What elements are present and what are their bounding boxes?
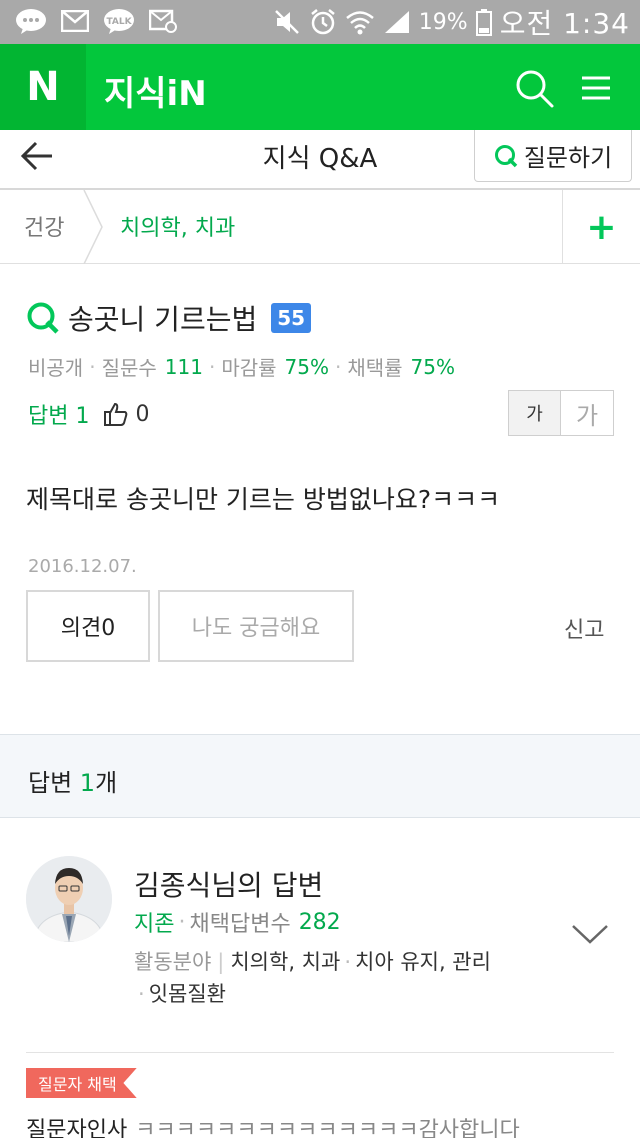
reward-badge: 55 bbox=[271, 303, 312, 333]
search-icon[interactable] bbox=[512, 66, 556, 110]
activity-field-1[interactable]: 치의학, 치과 bbox=[230, 950, 340, 974]
thumbs-up-icon bbox=[104, 402, 128, 426]
chosen-answers-value: 282 bbox=[298, 909, 341, 935]
like-button[interactable]: 0 bbox=[103, 401, 149, 427]
service-title[interactable]: 지식iN bbox=[104, 66, 207, 115]
questions-label: 질문수 bbox=[101, 356, 157, 380]
battery-percent: 19% bbox=[418, 9, 468, 35]
ask-question-label: 질문하기 bbox=[523, 144, 613, 172]
choose-rate-value: 75% bbox=[410, 354, 455, 379]
divider bbox=[26, 1052, 614, 1053]
clock: 오전 1:34 bbox=[499, 7, 630, 40]
system-status: 19% 오전 1:34 bbox=[273, 4, 630, 40]
chosen-answers-label: 채택답변수 bbox=[189, 912, 291, 937]
answers-header: 답변 1개 bbox=[0, 734, 640, 818]
kakaotalk-icon: TALK bbox=[102, 6, 136, 36]
asker-thanks: 질문자인사 ㅋㅋㅋㅋㅋㅋㅋㅋㅋㅋㅋㅋㅋㅋ감사합니다 bbox=[26, 1112, 520, 1138]
mute-icon bbox=[274, 10, 299, 34]
battery-icon bbox=[475, 9, 492, 36]
notification-icons: TALK bbox=[14, 6, 180, 36]
opinion-button[interactable]: 의견0 bbox=[26, 590, 150, 662]
naver-logo-letter: N bbox=[26, 64, 60, 110]
app-header: N 지식iN bbox=[0, 44, 640, 130]
q-icon bbox=[494, 144, 518, 167]
wifi-icon bbox=[345, 11, 374, 35]
breadcrumb-category[interactable]: 치의학, 치과 bbox=[120, 210, 235, 242]
chevron-down-icon[interactable] bbox=[570, 920, 610, 950]
answers-count-title: 답변 1개 bbox=[28, 763, 117, 798]
font-large-button[interactable]: 가 bbox=[561, 391, 613, 435]
asker-chosen-tag: 질문자 채택 bbox=[26, 1068, 137, 1098]
status-bar: TALK 19% 오전 1:34 bbox=[0, 0, 640, 44]
breadcrumb-root[interactable]: 건강 bbox=[24, 210, 64, 242]
question-body: 제목대로 송곳니만 기르는 방법없나요?ㅋㅋㅋ bbox=[26, 485, 501, 514]
question-title-row: 송곳니 기르는법 55 bbox=[26, 298, 312, 338]
like-count: 0 bbox=[135, 401, 150, 427]
close-rate-label: 마감률 bbox=[221, 356, 277, 380]
activity-field-label: 활동분야 bbox=[134, 950, 212, 974]
alarm-icon bbox=[311, 9, 335, 35]
answerer-name[interactable]: 김종식님의 답변 bbox=[134, 864, 323, 904]
question-date: 2016.12.07. bbox=[28, 556, 137, 577]
answers-prefix: 답변 bbox=[28, 769, 80, 797]
q-icon bbox=[27, 302, 59, 334]
answerer-stats: 지존 · 채택답변수 282 bbox=[134, 906, 341, 938]
question-title: 송곳니 기르는법 bbox=[68, 303, 258, 336]
answerer-level: 지존 bbox=[134, 912, 175, 937]
answers-suffix: 개 bbox=[95, 769, 118, 797]
choose-rate-label: 채택률 bbox=[347, 356, 403, 380]
answer-like-row: 답변 1 0 bbox=[28, 398, 149, 430]
answer-count[interactable]: 답변 1 bbox=[28, 398, 89, 430]
add-category-button[interactable]: + bbox=[562, 190, 640, 264]
activity-field-2[interactable]: 치아 유지, 관리 bbox=[355, 950, 491, 974]
image-mail-icon bbox=[146, 6, 180, 36]
font-size-toggle: 가 가 bbox=[508, 390, 614, 436]
talk-label: TALK bbox=[106, 17, 132, 27]
thanks-label: 질문자인사 bbox=[26, 1118, 128, 1138]
thanks-message: ㅋㅋㅋㅋㅋㅋㅋㅋㅋㅋㅋㅋㅋㅋ감사합니다 bbox=[135, 1118, 520, 1138]
activity-fields: 활동분야 | 치의학, 치과 · 치아 유지, 관리 · 잇몸질환 bbox=[134, 950, 491, 1006]
report-link[interactable]: 신고 bbox=[564, 612, 604, 644]
sub-navigation: 지식 Q&A 질문하기 bbox=[0, 130, 640, 190]
ask-question-button[interactable]: 질문하기 bbox=[474, 130, 632, 182]
naver-logo[interactable]: N bbox=[0, 44, 86, 130]
menu-icon[interactable] bbox=[576, 68, 616, 108]
author: 비공개 bbox=[28, 356, 84, 380]
question-meta: 비공개 · 질문수 111 · 마감률 75% · 채택률 75% bbox=[28, 352, 455, 381]
avatar[interactable] bbox=[26, 856, 112, 942]
activity-field-3[interactable]: 잇몸질환 bbox=[149, 982, 226, 1006]
font-small-button[interactable]: 가 bbox=[509, 391, 561, 435]
close-rate-value: 75% bbox=[284, 354, 329, 379]
questions-value: 111 bbox=[164, 354, 203, 379]
chat-bubble-icon bbox=[14, 6, 48, 36]
chevron-right-icon bbox=[83, 190, 103, 264]
signal-icon bbox=[384, 11, 409, 33]
me-too-curious-button[interactable]: 나도 궁금해요 bbox=[158, 590, 354, 662]
breadcrumb: 건강 치의학, 치과 + bbox=[0, 190, 640, 264]
mail-icon bbox=[58, 6, 92, 36]
answers-count: 1 bbox=[79, 769, 96, 797]
